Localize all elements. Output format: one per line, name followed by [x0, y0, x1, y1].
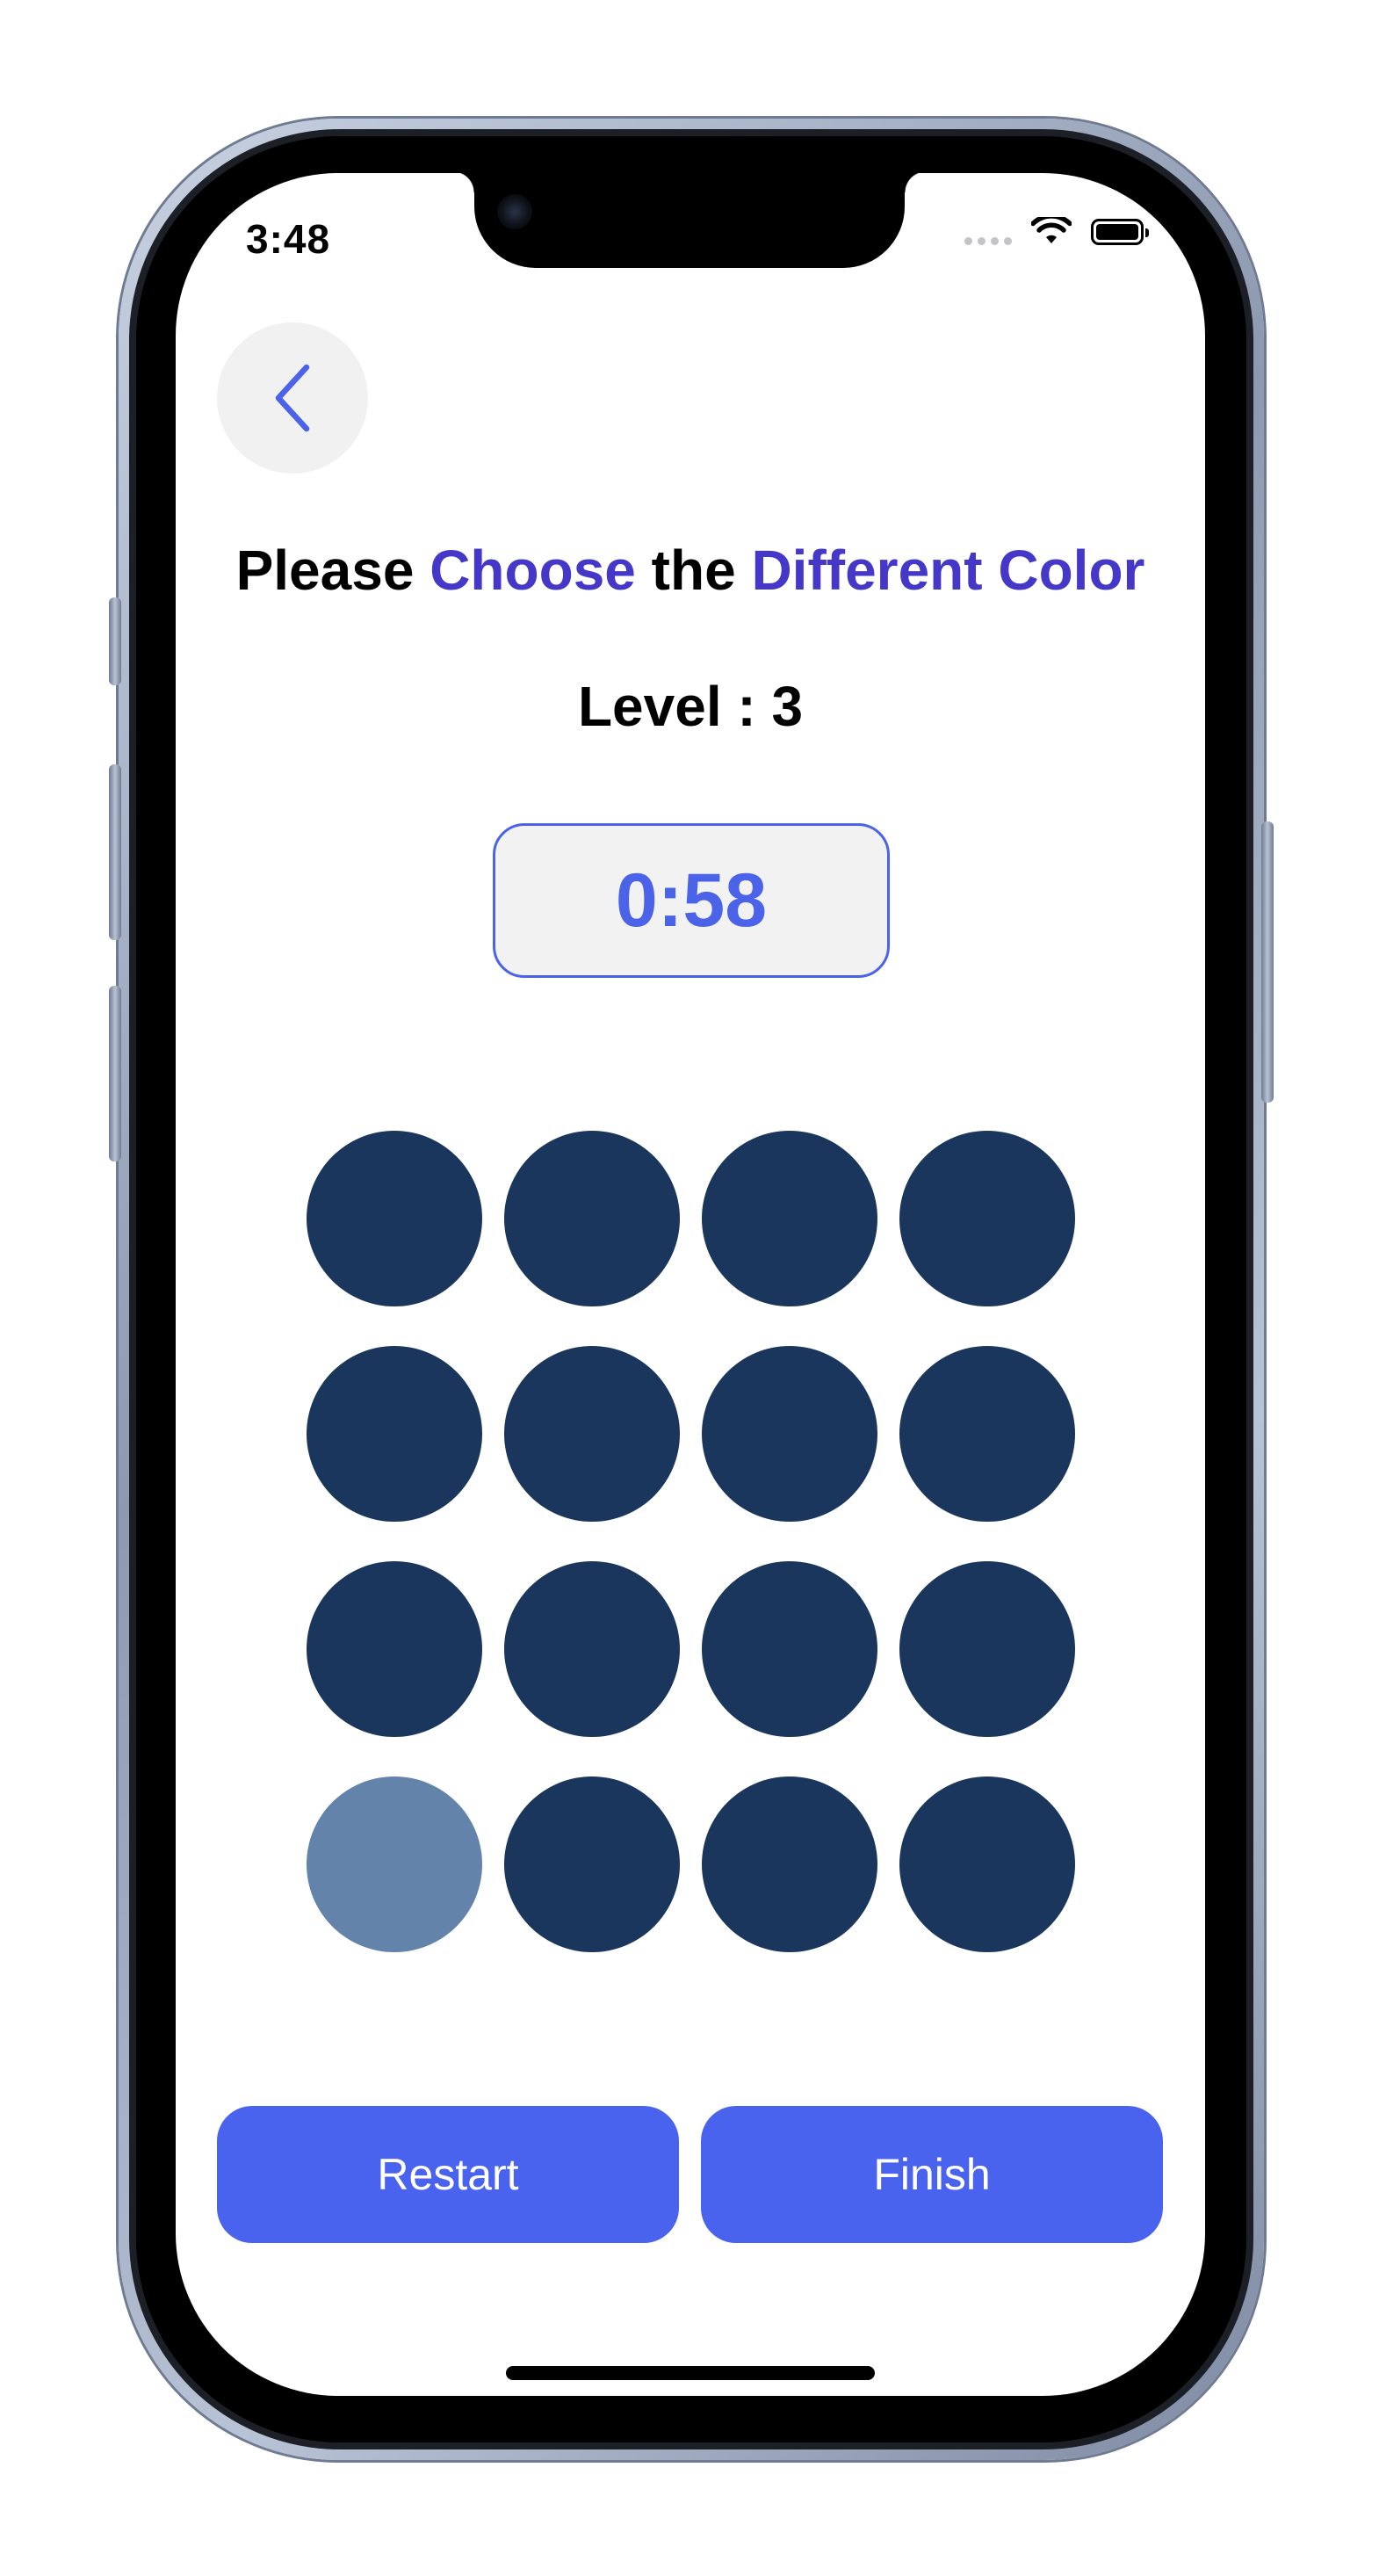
color-dot[interactable]: [899, 1776, 1075, 1952]
color-dot[interactable]: [899, 1561, 1075, 1737]
color-dot[interactable]: [702, 1346, 877, 1522]
color-dot[interactable]: [504, 1346, 680, 1522]
notch: [453, 173, 926, 268]
screen: 3:48 Please Choose the Different Color L…: [176, 173, 1205, 2396]
color-dot[interactable]: [504, 1776, 680, 1952]
countdown-timer: 0:58: [493, 823, 890, 978]
wifi-icon: [1031, 217, 1072, 243]
color-dot[interactable]: [307, 1561, 482, 1737]
status-time: 3:48: [246, 216, 331, 262]
volume-down-button: [109, 986, 121, 1161]
mute-switch: [109, 597, 121, 685]
color-dot[interactable]: [702, 1561, 877, 1737]
signal-dots-icon: [964, 236, 1012, 245]
color-dot[interactable]: [899, 1131, 1075, 1306]
color-grid: [307, 1131, 1075, 1952]
title-part-different-color: Different Color: [751, 539, 1145, 602]
chevron-left-icon: [275, 364, 310, 432]
volume-up-button: [109, 764, 121, 940]
title-part-choose: Choose: [430, 539, 636, 602]
back-button[interactable]: [217, 322, 368, 474]
color-dot[interactable]: [702, 1131, 877, 1306]
home-indicator[interactable]: [506, 2366, 875, 2380]
battery-icon: [1091, 219, 1149, 245]
title-part-the: the: [635, 539, 752, 602]
color-dot[interactable]: [504, 1561, 680, 1737]
title-part-please: Please: [235, 539, 430, 602]
finish-button[interactable]: Finish: [701, 2106, 1163, 2243]
status-icons: [964, 217, 1149, 247]
color-dot[interactable]: [702, 1776, 877, 1952]
color-dot[interactable]: [899, 1346, 1075, 1522]
front-camera: [497, 194, 532, 229]
color-dot[interactable]: [504, 1131, 680, 1306]
color-dot-different[interactable]: [307, 1776, 482, 1952]
page-title: Please Choose the Different Color: [176, 538, 1205, 603]
color-dot[interactable]: [307, 1131, 482, 1306]
power-button: [1261, 821, 1274, 1103]
color-dot[interactable]: [307, 1346, 482, 1522]
level-label: Level : 3: [577, 675, 804, 738]
restart-button[interactable]: Restart: [217, 2106, 679, 2243]
